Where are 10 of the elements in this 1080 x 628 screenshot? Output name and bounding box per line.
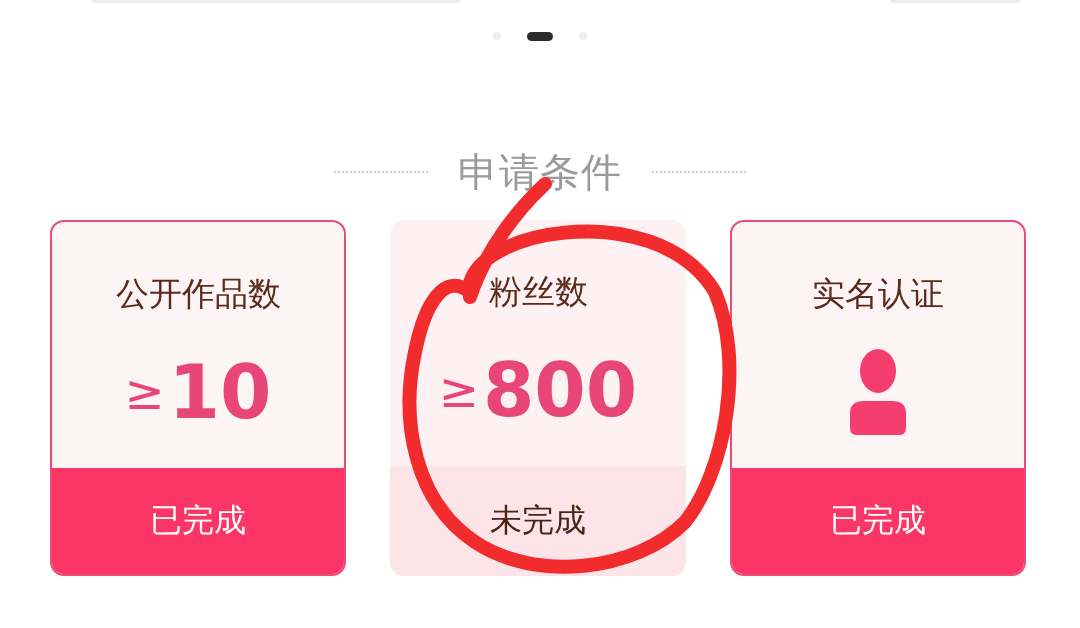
condition-label: 粉丝数 — [488, 271, 588, 313]
threshold-value: 800 — [482, 347, 638, 433]
status-label: 已完成 — [732, 468, 1024, 574]
status-label: 已完成 — [52, 468, 344, 574]
condition-label: 公开作品数 — [115, 273, 281, 315]
threshold-value: 10 — [168, 349, 272, 435]
condition-label: 实名认证 — [812, 273, 944, 315]
comparator-sign: ≥ — [438, 362, 479, 418]
person-icon — [850, 349, 906, 435]
comparator-sign: ≥ — [124, 364, 165, 420]
